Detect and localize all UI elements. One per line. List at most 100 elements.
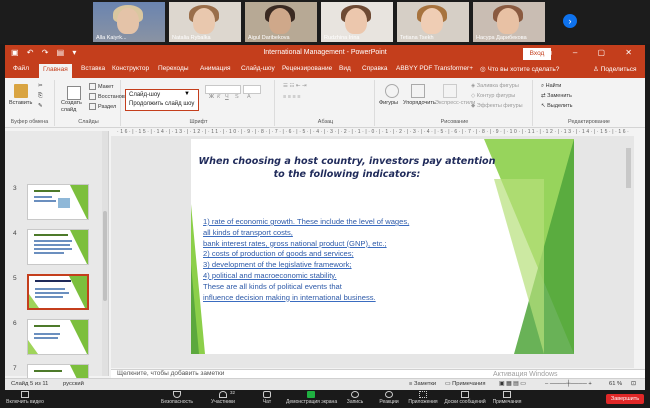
fit-slide-icon[interactable]: ⊡ <box>631 381 636 387</box>
participant-tile[interactable]: Rudzhina Irina <box>321 2 393 42</box>
format-painter-icon[interactable]: ✎ <box>38 103 43 109</box>
slide-body[interactable]: 1) rate of economic growth. These includ… <box>203 217 483 303</box>
slide-thumbnail[interactable] <box>27 319 89 355</box>
view-buttons[interactable]: ▣ ▦ ▤ ▭ <box>499 381 526 387</box>
title-bar: ▣ ↶ ↷ ▤ ▾ International Management - Pow… <box>5 45 645 63</box>
layout-button[interactable]: Макет <box>89 83 114 90</box>
font-color-icon[interactable]: A <box>247 94 251 100</box>
powerpoint-window: ▣ ↶ ↷ ▤ ▾ International Management - Pow… <box>5 45 645 390</box>
body-line: 2) costs of production of goods and serv… <box>203 249 354 259</box>
layout-icon <box>89 83 96 90</box>
record-icon <box>351 391 359 398</box>
slide-thumbnail[interactable] <box>27 229 89 265</box>
participant-name: Насура Дарибекова <box>476 35 527 41</box>
shapes-button[interactable]: Фигуры <box>379 100 398 106</box>
chat-button[interactable]: Чат <box>242 390 292 405</box>
body-line: influence decision making in internation… <box>203 292 376 302</box>
copy-icon[interactable]: ⎘ <box>38 93 42 100</box>
new-slide-button[interactable]: Создать слайд <box>61 100 87 114</box>
participant-name: Natalia Rybalka <box>172 35 211 41</box>
participant-tile[interactable]: Насура Дарибекова <box>473 2 545 42</box>
thumbnails-scrollbar[interactable] <box>102 131 108 376</box>
slideshow-dropdown[interactable]: Слайд-шоу ▼ Продолжить слайд шоу <box>125 89 199 111</box>
horizontal-ruler: ·16·|·15·|·14·|·13·|·12·|·11·|·10·|·9·|·… <box>117 129 631 135</box>
group-label: Буфер обмена <box>10 119 49 125</box>
participant-name: Aigul Daribekova <box>248 35 290 41</box>
next-participants-button[interactable]: › <box>563 14 577 28</box>
person-icon: ♙ <box>593 66 601 73</box>
security-button[interactable]: Безопасность <box>152 390 202 405</box>
notes-button[interactable]: Примечания <box>482 390 532 405</box>
tab-review[interactable]: Рецензирование <box>282 65 332 72</box>
tab-animations[interactable]: Анимация <box>200 65 231 72</box>
notes-toggle[interactable]: ≡ Заметки <box>409 381 436 387</box>
strikethrough-icon[interactable]: S <box>235 94 239 100</box>
video-button[interactable]: Включить видео <box>0 390 50 405</box>
participant-tile[interactable]: Tetiana Tsekh <box>397 2 469 42</box>
tab-transitions[interactable]: Переходы <box>158 65 189 72</box>
zoom-slider[interactable]: – ────┼──── + <box>545 381 592 387</box>
new-slide-icon <box>67 86 81 100</box>
select-button[interactable]: ↖ Выделить <box>541 103 573 109</box>
tab-insert[interactable]: Вставка <box>81 65 105 72</box>
group-label: Редактирование <box>568 119 610 125</box>
comments-toggle[interactable]: ▭ Примечания <box>445 381 486 387</box>
underline-icon[interactable]: Ч <box>225 94 229 100</box>
zoom-toolbar: Включить видео Безопасность 32 Участники… <box>0 390 650 408</box>
window-controls[interactable]: ▭ – ▢ ✕ <box>545 48 641 57</box>
shapes-icon <box>385 84 399 98</box>
tell-me-search[interactable]: ◎ Что вы хотите сделать? <box>480 65 559 73</box>
participant-tile[interactable]: Natalia Rybalka <box>169 2 241 42</box>
shape-fill-button[interactable]: ◈ Заливка фигуры <box>471 83 519 89</box>
tab-home[interactable]: Главная <box>39 64 72 78</box>
screen: Alla Kaiyrk... Natalia Rybalka Aigul Dar… <box>0 0 650 408</box>
body-line: all kinds of transport costs, <box>203 227 293 237</box>
tab-help[interactable]: Справка <box>362 65 388 72</box>
section-button[interactable]: Раздел <box>89 103 116 110</box>
reset-icon <box>89 93 96 100</box>
participant-tile[interactable]: Alla Kaiyrk... <box>93 2 165 42</box>
paste-button[interactable]: Вставить <box>9 100 32 106</box>
tab-view[interactable]: Вид <box>339 65 351 72</box>
find-button[interactable]: ⌕ Найти <box>541 83 561 90</box>
bullets-icon[interactable]: ☰ ☷ ⇤ ⇥ <box>283 83 307 89</box>
share-button[interactable]: ♙ Поделиться <box>593 65 637 73</box>
tab-design[interactable]: Конструктор <box>112 65 149 72</box>
share-screen-button[interactable]: Демонстрация экрана <box>286 390 337 405</box>
shape-outline-button[interactable]: ◇ Контур фигуры <box>471 93 515 99</box>
tab-abbyy[interactable]: ABBYY PDF Transformer+ <box>396 65 473 72</box>
cut-icon[interactable]: ✂ <box>38 83 43 89</box>
participants-button[interactable]: 32 Участники <box>198 390 248 405</box>
italic-icon[interactable]: К <box>217 94 220 100</box>
group-clipboard: Вставить ✂ ⎘ ✎ Буфер обмена <box>5 80 55 126</box>
tab-slideshow[interactable]: Слайд-шоу <box>241 65 275 72</box>
video-icon <box>21 391 29 398</box>
replace-button[interactable]: ⇄ Заменить <box>541 93 572 99</box>
current-slide[interactable]: When choosing a host country, investors … <box>191 139 574 354</box>
slide-thumbnail-selected[interactable] <box>27 274 89 310</box>
body-line: 1) rate of economic growth. These includ… <box>203 217 410 226</box>
font-name-box[interactable] <box>205 85 241 94</box>
font-size-box[interactable] <box>243 85 261 94</box>
dropdown-option[interactable]: Продолжить слайд шоу <box>129 101 194 107</box>
participant-tile[interactable]: Aigul Daribekova <box>245 2 317 42</box>
zoom-level[interactable]: 61 % <box>609 381 622 387</box>
group-editing: ⌕ Найти ⇄ Заменить ↖ Выделить Редактиров… <box>535 80 643 126</box>
notes-pane[interactable]: Щелкните, чтобы добавить заметки <box>111 369 645 378</box>
end-meeting-button[interactable]: Завершить <box>606 394 644 404</box>
quick-styles-button[interactable]: Экспресс-стили <box>435 100 475 106</box>
participant-name: Rudzhina Irina <box>324 35 360 41</box>
group-drawing: Фигуры Упорядочить Экспресс-стили ◈ Зали… <box>377 80 533 126</box>
slide-scrollbar[interactable] <box>626 136 631 368</box>
arrange-button[interactable]: Упорядочить <box>403 100 436 106</box>
align-icons[interactable]: ≡ ≡ ≡ ≡ <box>283 94 300 100</box>
shape-effects-button[interactable]: ◆ Эффекты фигуры <box>471 103 523 109</box>
language-indicator[interactable]: русский <box>63 381 84 387</box>
status-bar: Слайд 5 из 11 русский ≡ Заметки ▭ Примеч… <box>5 378 645 390</box>
participants-icon <box>219 391 227 398</box>
bold-icon[interactable]: Ж <box>209 94 214 100</box>
whiteboard-icon <box>461 391 469 398</box>
tab-file[interactable]: Файл <box>13 65 29 72</box>
slide-title[interactable]: When choosing a host country, investors … <box>197 155 497 181</box>
slide-thumbnail[interactable] <box>27 184 89 220</box>
